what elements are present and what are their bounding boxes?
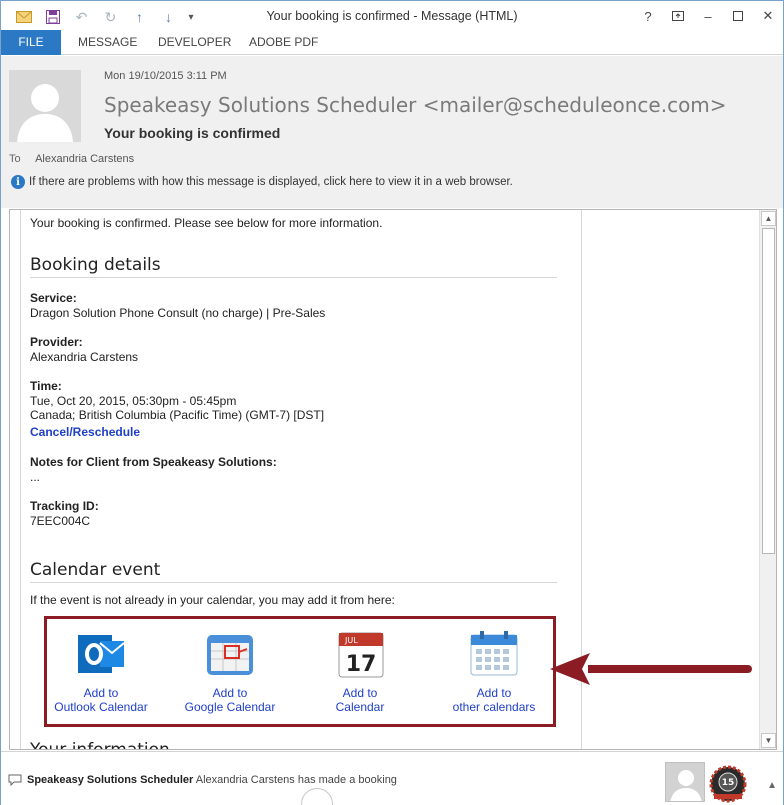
ical-icon: JUL 17	[333, 627, 387, 681]
minimize-icon[interactable]: –	[693, 1, 723, 31]
time-value: Tue, Oct 20, 2015, 05:30pm - 05:45pm	[30, 394, 237, 408]
provider-label: Provider:	[30, 335, 83, 349]
google-calendar-icon	[203, 627, 257, 681]
ical-label[interactable]: Add to Calendar	[315, 686, 405, 714]
tab-file[interactable]: FILE	[1, 30, 61, 55]
scroll-down-icon[interactable]: ▼	[761, 733, 776, 748]
calendar-intro: If the event is not already in your cale…	[30, 593, 395, 607]
calendar-event-heading: Calendar event	[30, 560, 557, 583]
message-subject: Your booking is confirmed	[104, 125, 281, 141]
maximize-icon[interactable]	[723, 1, 753, 31]
outlook-icon	[74, 627, 128, 681]
service-label: Service:	[30, 291, 77, 305]
collapse-people-pane-icon[interactable]: ▲	[767, 780, 777, 791]
tab-developer[interactable]: DEVELOPER	[158, 30, 231, 55]
scroll-up-icon[interactable]: ▲	[761, 211, 776, 226]
scrollbar-thumb[interactable]	[762, 228, 775, 554]
help-icon[interactable]: ?	[633, 1, 663, 31]
info-icon: i	[11, 175, 25, 189]
sender-avatar	[9, 70, 81, 142]
tracking-value: 7EEC004C	[30, 514, 91, 528]
info-message[interactable]: If there are problems with how this mess…	[29, 176, 513, 188]
add-to-google-button[interactable]: Add to Google Calendar	[171, 619, 289, 724]
people-avatar[interactable]	[665, 762, 705, 802]
close-icon[interactable]: ✕	[753, 1, 783, 31]
service-value: Dragon Solution Phone Consult (no charge…	[30, 306, 326, 320]
annotation-arrow	[550, 653, 752, 685]
google-calendar-label[interactable]: Add to Google Calendar	[171, 686, 289, 714]
vertical-scrollbar[interactable]: ▲ ▼	[759, 210, 776, 749]
to-label: To	[9, 153, 21, 165]
tracking-label: Tracking ID:	[30, 499, 99, 513]
notes-label: Notes for Client from Speakeasy Solution…	[30, 455, 277, 469]
tab-message[interactable]: MESSAGE	[78, 30, 137, 55]
email-body: Your booking is confirmed. Please see be…	[20, 210, 582, 750]
booking-details-heading: Booking details	[30, 255, 557, 278]
other-calendar-icon	[467, 627, 521, 681]
window-controls: ? – ✕	[633, 1, 783, 31]
people-pane: Speakeasy Solutions Scheduler Alexandria…	[1, 751, 783, 805]
people-pane-activity[interactable]: Speakeasy Solutions Scheduler Alexandria…	[27, 774, 397, 786]
tab-adobe-pdf[interactable]: ADOBE PDF	[249, 30, 318, 55]
sent-date: Mon 19/10/2015 3:11 PM	[104, 70, 227, 82]
recipient-name[interactable]: Alexandria Carstens	[35, 153, 134, 165]
time-label: Time:	[30, 379, 62, 393]
provider-value: Alexandria Carstens	[30, 350, 139, 364]
add-to-ical-button[interactable]: JUL 17 Add to Calendar	[315, 619, 405, 724]
svg-text:JUL: JUL	[344, 636, 358, 645]
info-bar[interactable]: i If there are problems with how this me…	[11, 175, 513, 189]
add-to-other-button[interactable]: Add to other calendars	[439, 619, 549, 724]
cancel-reschedule-link[interactable]: Cancel/Reschedule	[30, 425, 140, 439]
loading-indicator	[301, 788, 333, 805]
timezone-value: Canada; British Columbia (Pacific Time) …	[30, 408, 325, 422]
svg-text:15: 15	[722, 778, 735, 788]
outlook-label[interactable]: Add to Outlook Calendar	[47, 686, 155, 714]
recipient-row: To Alexandria Carstens	[9, 153, 134, 165]
intro-text: Your booking is confirmed. Please see be…	[30, 216, 383, 230]
your-information-heading: Your information	[30, 740, 170, 750]
sender-name[interactable]: Speakeasy Solutions Scheduler <mailer@sc…	[104, 93, 727, 117]
year-badge-icon: 15	[708, 764, 748, 804]
svg-text:17: 17	[346, 652, 377, 677]
ribbon-display-icon[interactable]	[663, 1, 693, 31]
add-to-calendar-box: Add to Outlook Calendar Add to Google Ca…	[44, 616, 556, 727]
other-calendars-label[interactable]: Add to other calendars	[439, 686, 549, 714]
notes-value: ...	[30, 470, 41, 484]
add-to-outlook-button[interactable]: Add to Outlook Calendar	[47, 619, 155, 724]
ribbon-tabs: FILE MESSAGE DEVELOPER ADOBE PDF	[1, 30, 783, 55]
chat-bubble-icon	[8, 774, 22, 789]
title-bar: ↶ ↻ ↑ ↓ ▾ Your booking is confirmed - Me…	[1, 1, 783, 31]
message-header: Mon 19/10/2015 3:11 PM Speakeasy Solutio…	[1, 56, 783, 208]
